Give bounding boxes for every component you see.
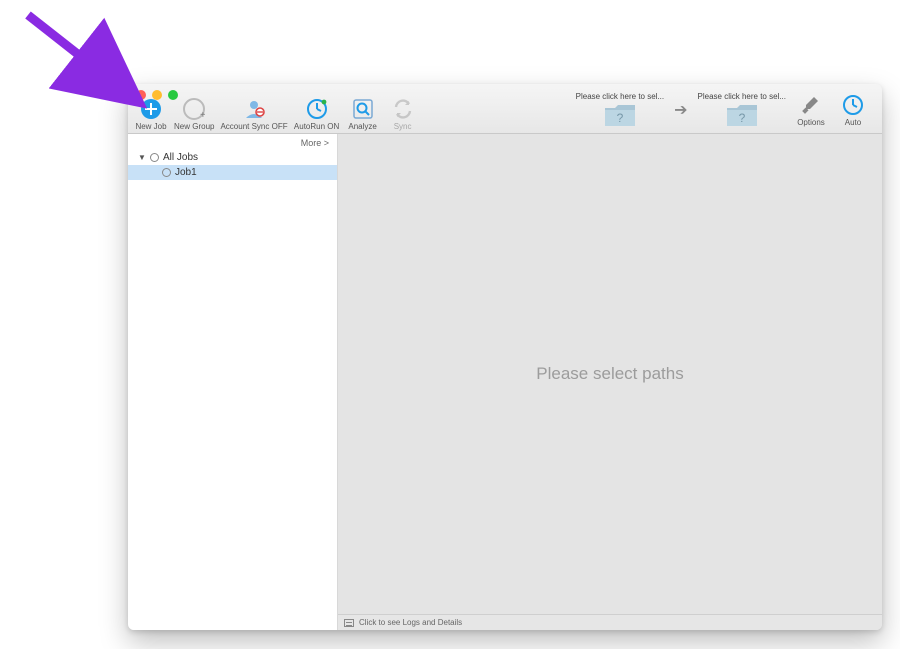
new-job-button[interactable]: New Job xyxy=(134,97,168,131)
plus-circle-icon xyxy=(140,97,162,121)
new-group-button[interactable]: + New Group xyxy=(174,97,214,131)
status-bar-text: Click to see Logs and Details xyxy=(359,618,462,627)
status-ring-icon xyxy=(150,153,159,162)
close-window-button[interactable] xyxy=(136,90,146,100)
sync-label: Sync xyxy=(394,122,412,131)
analyze-label: Analyze xyxy=(348,122,376,131)
autorun-button[interactable]: AutoRun ON xyxy=(294,97,340,131)
wrench-icon xyxy=(800,93,822,117)
clock-icon xyxy=(842,93,864,117)
sidebar-item-label: Job1 xyxy=(175,167,197,178)
user-sync-icon xyxy=(243,97,265,121)
svg-text:+: + xyxy=(200,110,205,120)
window-controls xyxy=(136,90,178,100)
new-group-label: New Group xyxy=(174,122,214,131)
clock-run-icon xyxy=(306,97,328,121)
sidebar: More > ▼ All Jobs Job1 xyxy=(128,134,338,630)
status-ring-icon xyxy=(162,168,171,177)
main-center: Please select paths xyxy=(338,134,882,614)
placeholder-text: Please select paths xyxy=(536,364,683,384)
sidebar-more-link[interactable]: More > xyxy=(128,134,337,150)
autorun-label: AutoRun ON xyxy=(294,122,339,131)
main-panel: Please select paths Click to see Logs an… xyxy=(338,134,882,630)
left-path-hint: Please click here to sel... xyxy=(576,92,664,101)
sidebar-root-label: All Jobs xyxy=(163,152,198,163)
status-bar[interactable]: Click to see Logs and Details xyxy=(338,614,882,630)
toolbar: New Job + New Group xyxy=(128,84,882,134)
list-icon xyxy=(344,619,354,627)
group-plus-icon: + xyxy=(183,97,205,121)
left-path-selector[interactable]: Please click here to sel... ? xyxy=(576,92,664,128)
account-sync-label: Account Sync OFF xyxy=(220,122,287,131)
right-path-hint: Please click here to sel... xyxy=(698,92,786,101)
arrow-right-icon: ➔ xyxy=(672,100,689,120)
disclosure-triangle-icon[interactable]: ▼ xyxy=(138,153,146,162)
folder-question-icon: ? xyxy=(603,102,637,128)
sidebar-item-job1[interactable]: Job1 xyxy=(128,165,337,180)
path-selector-area: Please click here to sel... ? ➔ Please c… xyxy=(576,88,870,131)
right-path-selector[interactable]: Please click here to sel... ? xyxy=(698,92,786,128)
auto-label: Auto xyxy=(845,118,861,127)
minimize-window-button[interactable] xyxy=(152,90,162,100)
svg-text:?: ? xyxy=(738,111,745,125)
fullscreen-window-button[interactable] xyxy=(168,90,178,100)
sync-button[interactable]: Sync xyxy=(386,97,420,131)
app-window: New Job + New Group xyxy=(128,84,882,630)
new-job-label: New Job xyxy=(135,122,166,131)
options-button[interactable]: Options xyxy=(794,93,828,127)
account-sync-button[interactable]: Account Sync OFF xyxy=(220,97,287,131)
svg-text:?: ? xyxy=(617,111,624,125)
analyze-button[interactable]: Analyze xyxy=(346,97,380,131)
magnifier-icon xyxy=(352,97,374,121)
auto-button[interactable]: Auto xyxy=(836,93,870,127)
options-label: Options xyxy=(797,118,825,127)
body-area: More > ▼ All Jobs Job1 Please select pat… xyxy=(128,134,882,630)
sidebar-root-all-jobs[interactable]: ▼ All Jobs xyxy=(128,150,337,165)
sync-arrows-icon xyxy=(392,97,414,121)
folder-question-icon: ? xyxy=(725,102,759,128)
